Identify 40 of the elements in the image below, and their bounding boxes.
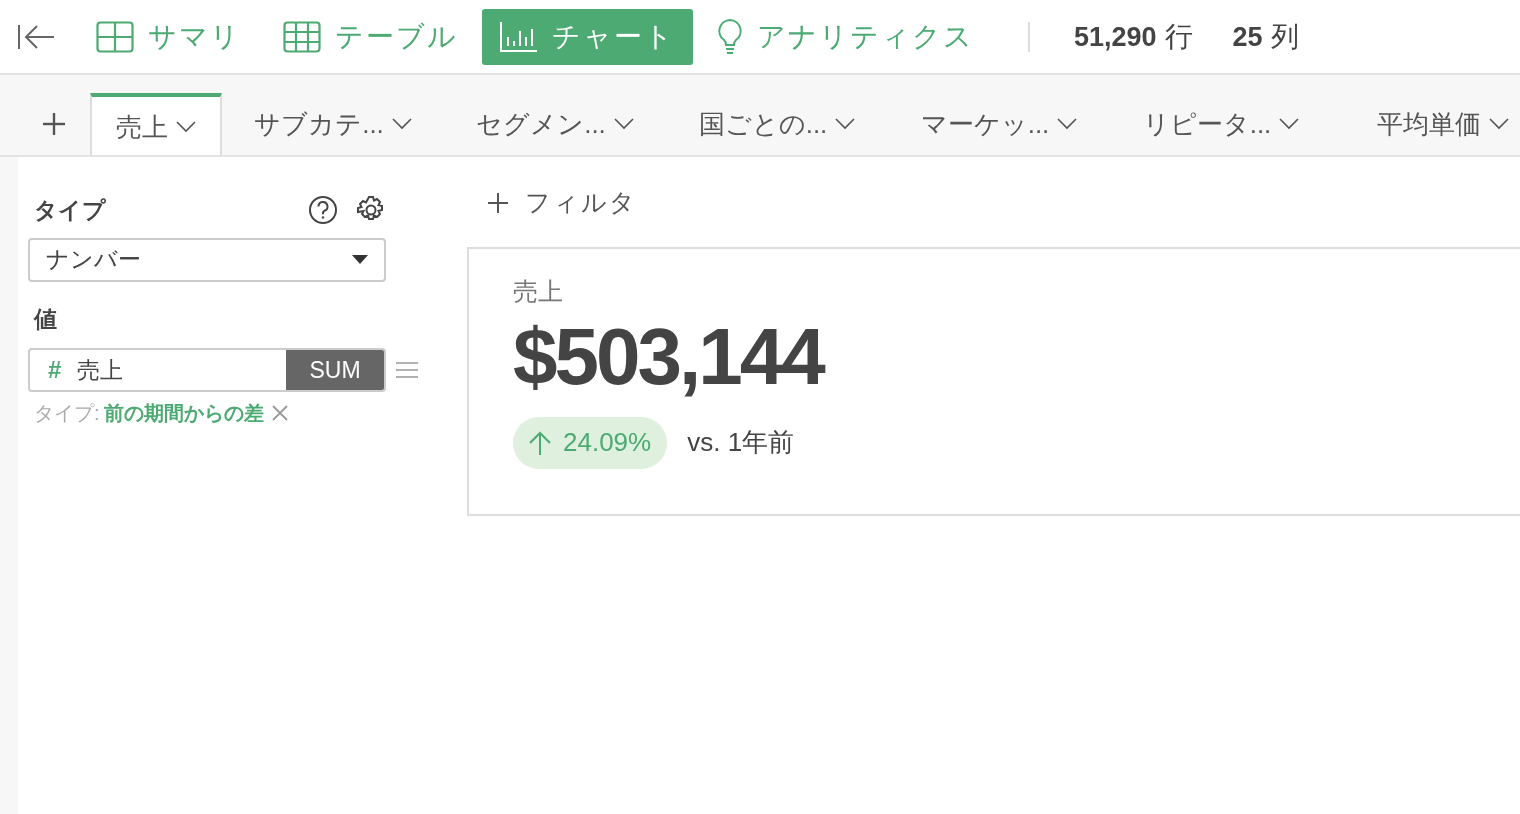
chart-tab[interactable]: マーケッ... [888, 93, 1110, 155]
comparison-label: vs. 1年前 [687, 426, 795, 459]
chevron-down-icon [835, 118, 856, 130]
chevron-down-icon [1279, 118, 1300, 130]
chart-tab[interactable]: サブカテ... [222, 93, 444, 155]
chart-tab[interactable]: 売上 [90, 93, 222, 155]
calc-type-label: タイプ: [34, 401, 100, 426]
stat-value: 25 [1232, 20, 1263, 54]
caret-icon [352, 255, 368, 264]
chevron-down-icon [613, 118, 634, 130]
section-label: タイプ [33, 196, 107, 225]
chart-tab[interactable]: リピータ... [1110, 93, 1332, 155]
chevron-down-icon [391, 118, 412, 130]
chart-tab[interactable]: セグメン... [444, 93, 666, 155]
chart-tab[interactable]: 平均単価 [1332, 93, 1520, 155]
lightbulb-icon [717, 17, 743, 56]
stat-unit: 列 [1270, 19, 1299, 54]
field-name: 売上 [77, 355, 125, 385]
change-badge: 24.09% [513, 416, 668, 469]
aggregation-button[interactable]: SUM [286, 350, 384, 390]
number-type-icon: # [30, 352, 78, 388]
type-dropdown[interactable]: ナンバー [28, 237, 386, 282]
close-icon[interactable] [271, 405, 288, 421]
stat-unit: 行 [1164, 19, 1193, 54]
card-title: 売上 [513, 276, 563, 307]
arrow-up-icon [529, 430, 551, 455]
plus-icon [487, 192, 509, 214]
help-icon[interactable] [308, 195, 338, 226]
chevron-down-icon [1489, 118, 1509, 130]
table-icon [283, 20, 321, 53]
chevron-down-icon [176, 121, 196, 133]
grid-icon [96, 20, 134, 53]
metric-value: $503,144 [513, 310, 823, 403]
chart-tab[interactable]: 国ごとの... [666, 93, 888, 155]
add-filter-button[interactable]: フィルタ [487, 185, 637, 221]
section-label: 値 [32, 304, 58, 334]
chevron-down-icon [1057, 118, 1078, 130]
bar-chart-icon [500, 20, 538, 53]
stat-value: 51,290 [1074, 20, 1157, 54]
value-field[interactable]: # 売上 SUM [28, 348, 386, 392]
